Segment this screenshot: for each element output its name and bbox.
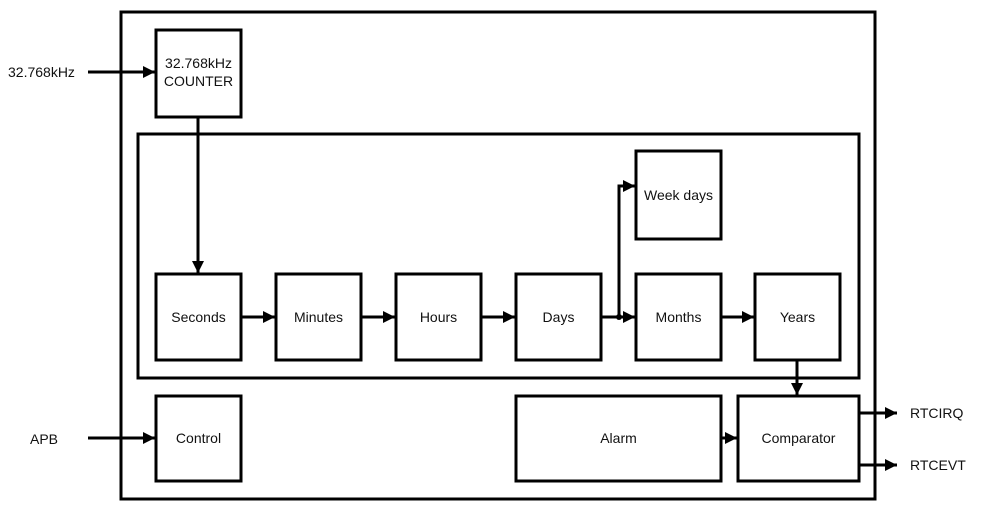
seconds-block: Seconds — [154, 272, 243, 362]
days-block: Days — [514, 272, 603, 362]
clock-input-label: 32.768kHz — [8, 64, 75, 80]
comparator-block: Comparator — [736, 394, 861, 483]
rtcevt-output-label: RTCEVT — [910, 457, 966, 473]
weekdays-block: Week days — [634, 149, 723, 241]
minutes-label: Minutes — [294, 309, 343, 325]
junction-dot — [616, 314, 622, 320]
months-block: Months — [634, 272, 723, 362]
control-block: Control — [154, 394, 243, 483]
control-label: Control — [176, 430, 221, 446]
comparator-label: Comparator — [762, 430, 836, 446]
seconds-label: Seconds — [171, 309, 225, 325]
minutes-block: Minutes — [274, 272, 363, 362]
counter-block: 32.768kHz COUNTER — [154, 28, 243, 119]
months-label: Months — [656, 309, 702, 325]
counter-label-line2: COUNTER — [164, 73, 233, 89]
weekdays-label: Week days — [644, 187, 713, 203]
hours-label: Hours — [420, 309, 457, 325]
years-label: Years — [780, 309, 815, 325]
hours-block: Hours — [394, 272, 483, 362]
rtc-block-diagram: 32.768kHz COUNTER Seconds Minutes Hours … — [8, 10, 966, 501]
days-label: Days — [543, 309, 575, 325]
alarm-block: Alarm — [514, 394, 723, 483]
time-counter-group — [136, 132, 861, 380]
counter-label-line1: 32.768kHz — [165, 55, 232, 71]
rtcirq-output-label: RTCIRQ — [910, 405, 964, 421]
apb-input-label: APB — [30, 431, 58, 447]
alarm-label: Alarm — [600, 430, 637, 446]
years-block: Years — [753, 272, 842, 362]
